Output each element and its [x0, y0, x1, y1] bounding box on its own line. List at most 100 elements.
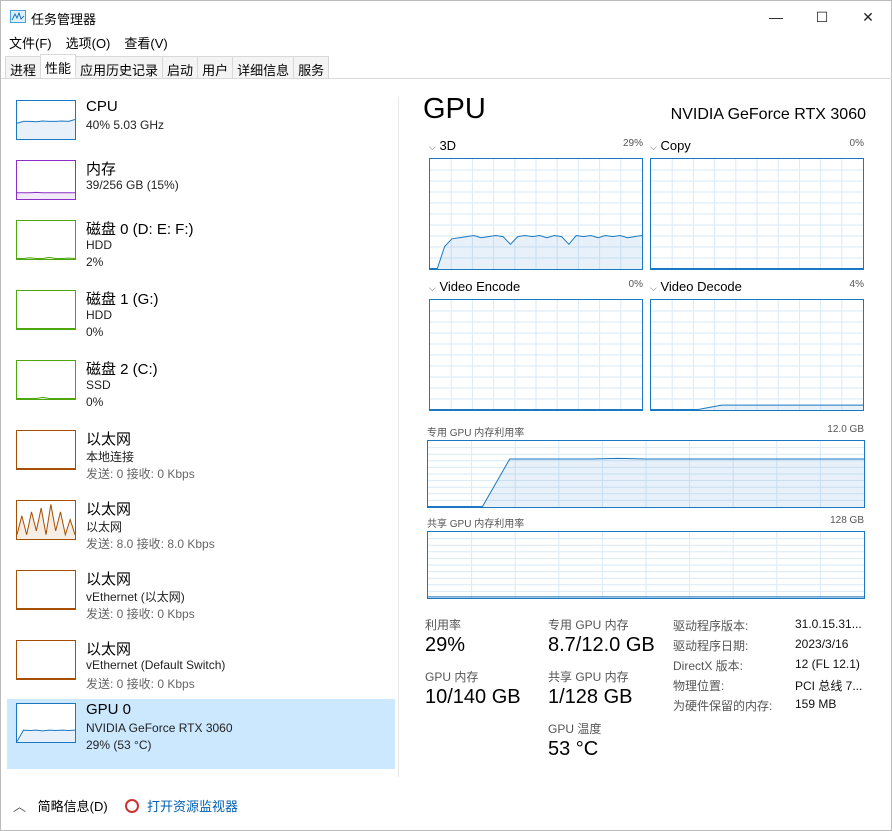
engine-percent: 0% — [628, 279, 643, 290]
sidebar-item-name: 以太网 — [86, 641, 132, 658]
maximize-button[interactable]: ☐ — [799, 1, 845, 33]
shared-memory-label: 共享 GPU 内存利用率 — [427, 519, 525, 530]
sidebar-item[interactable]: 磁盘 0 (D: E: F:) HDD 2% — [7, 216, 395, 286]
engine-selector[interactable]: ⌵ Video Decode — [650, 279, 742, 294]
utilization-value: 29% — [425, 634, 466, 656]
gpu-temperature-label: GPU 温度 — [548, 722, 602, 736]
graph-line — [17, 328, 75, 329]
chevron-up-icon[interactable]: ︿ — [13, 799, 26, 814]
sidebar-item-detail: 2% — [86, 255, 104, 269]
engine-selector[interactable]: ⌵ Copy — [650, 138, 691, 153]
engine-chart — [650, 158, 864, 270]
chevron-down-icon: ⌵ — [650, 142, 657, 152]
engine-label: Video Encode — [439, 279, 521, 294]
detail-label: 物理位置: — [673, 679, 725, 693]
engine-label: Copy — [660, 138, 691, 153]
resource-monitor-icon — [125, 799, 140, 813]
sidebar-item-detail: 本地连接 — [86, 450, 135, 464]
sidebar-item[interactable]: 以太网 本地连接 发送: 0 接收: 0 Kbps — [7, 426, 395, 496]
page-title: GPU — [423, 93, 486, 125]
sidebar-item-detail: 以太网 — [86, 520, 123, 534]
sidebar-item-name: GPU 0 — [86, 701, 132, 718]
detail-label: DirectX 版本: — [673, 659, 744, 673]
engine-percent: 4% — [849, 279, 864, 290]
engine-selector[interactable]: ⌵ Video Encode — [429, 279, 520, 294]
sidebar-item[interactable]: 以太网 以太网 发送: 8.0 接收: 8.0 Kbps — [7, 496, 395, 566]
sidebar-item-detail: 发送: 0 接收: 0 Kbps — [86, 677, 195, 691]
shared-memory-stat-value: 1/128 GB — [548, 686, 633, 708]
sidebar-item-detail: 发送: 0 接收: 0 Kbps — [86, 467, 195, 481]
graph-line — [430, 159, 642, 269]
sidebar-thumbnail-graph — [16, 100, 76, 140]
shared-memory-max: 128 GB — [830, 515, 864, 526]
graph-line — [17, 729, 75, 742]
minimize-button[interactable]: — — [753, 1, 799, 33]
sidebar-item-name: 磁盘 0 (D: E: F:) — [86, 221, 194, 238]
gpu-memory-value: 10/140 GB — [425, 686, 521, 708]
open-resource-monitor-link[interactable]: 打开资源监视器 — [147, 799, 238, 814]
sidebar-thumbnail-graph — [16, 640, 76, 680]
menu-file[interactable]: 文件(F) — [9, 36, 52, 51]
close-button[interactable]: ✕ — [845, 1, 891, 33]
menu-view[interactable]: 查看(V) — [124, 36, 167, 51]
sidebar-thumbnail-graph — [16, 703, 76, 743]
fewer-details-link[interactable]: 简略信息(D) — [38, 799, 108, 814]
menu-options[interactable]: 选项(O) — [66, 36, 111, 51]
detail-value: 2023/3/16 — [795, 637, 849, 651]
tab-users[interactable]: 用户 — [197, 56, 234, 79]
sidebar-item[interactable]: 磁盘 1 (G:) HDD 0% — [7, 286, 395, 356]
graph-line — [17, 608, 75, 609]
chevron-down-icon: ⌵ — [429, 283, 436, 293]
graph-line — [17, 504, 75, 539]
engine-chart — [429, 158, 643, 270]
dedicated-memory-stat-value: 8.7/12.0 GB — [548, 634, 655, 656]
device-name: NVIDIA GeForce RTX 3060 — [670, 106, 866, 123]
sidebar-item-detail: 发送: 8.0 接收: 8.0 Kbps — [86, 537, 215, 551]
sidebar-thumbnail-graph — [16, 290, 76, 330]
sidebar-item-detail: vEthernet (以太网) — [86, 590, 185, 604]
sidebar-item[interactable]: 磁盘 2 (C:) SSD 0% — [7, 356, 395, 426]
dedicated-memory-stat-label: 专用 GPU 内存 — [548, 618, 629, 632]
engine-percent: 0% — [849, 138, 864, 149]
graph-line — [17, 119, 75, 139]
sidebar-thumbnail-graph — [16, 430, 76, 470]
tab-performance[interactable]: 性能 — [40, 54, 77, 77]
sidebar-item[interactable]: 以太网 vEthernet (以太网) 发送: 0 接收: 0 Kbps — [7, 566, 395, 636]
detail-value: 31.0.15.31... — [795, 617, 862, 631]
graph-line — [428, 532, 864, 598]
sidebar-thumbnail-graph — [16, 220, 76, 260]
chevron-down-icon: ⌵ — [650, 283, 657, 293]
tab-app-history[interactable]: 应用历史记录 — [75, 56, 164, 79]
graph-line — [17, 191, 75, 199]
sidebar-item-detail: vEthernet (Default Switch) — [86, 658, 226, 672]
footer: ︿ 简略信息(D) 打开资源监视器 — [13, 796, 238, 815]
sidebar-item-name: 内存 — [86, 161, 117, 178]
sidebar-item-detail: SSD — [86, 378, 111, 392]
shared-memory-stat-label: 共享 GPU 内存 — [548, 670, 629, 684]
tab-details[interactable]: 详细信息 — [232, 56, 295, 79]
engine-chart — [429, 299, 643, 411]
sidebar-item[interactable]: 以太网 vEthernet (Default Switch) 发送: 0 接收: 0… — [7, 636, 395, 706]
sidebar-thumbnail-graph — [16, 500, 76, 540]
sidebar-item-name: CPU — [86, 98, 118, 115]
engine-selector[interactable]: ⌵ 3D — [429, 138, 456, 153]
dedicated-memory-chart — [427, 440, 865, 508]
shared-memory-chart — [427, 531, 865, 599]
tab-services[interactable]: 服务 — [293, 56, 330, 79]
sidebar-thumbnail-graph — [16, 360, 76, 400]
engine-percent: 29% — [622, 138, 643, 149]
detail-value: 12 (FL 12.1) — [795, 657, 860, 671]
graph-line — [430, 300, 642, 410]
sidebar-item[interactable]: GPU 0 NVIDIA GeForce RTX 3060 29% (53 °C) — [7, 699, 395, 769]
engine-label: 3D — [439, 138, 457, 153]
detail-value: PCI 总线 7... — [795, 679, 863, 693]
tab-processes[interactable]: 进程 — [5, 56, 42, 79]
menu-bar: 文件(F) 选项(O) 查看(V) — [1, 33, 174, 53]
engine-chart — [650, 299, 864, 411]
sidebar-item-detail: NVIDIA GeForce RTX 3060 — [86, 721, 233, 735]
tab-bar: 进程 性能 应用历史记录 启动 用户 详细信息 服务 — [5, 54, 330, 79]
sidebar-thumbnail-graph — [16, 570, 76, 610]
sidebar-item-detail: 39/256 GB (15%) — [86, 178, 179, 192]
tab-startup[interactable]: 启动 — [162, 56, 199, 79]
chevron-down-icon: ⌵ — [429, 142, 436, 152]
